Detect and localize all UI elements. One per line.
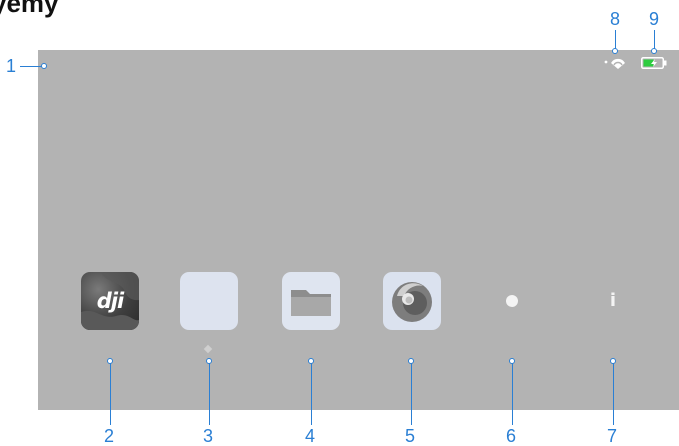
callout-7: 7 [607, 426, 618, 446]
callout-1: 1 [6, 56, 17, 76]
callout-9-line [654, 30, 655, 50]
callout-4-line [311, 363, 312, 425]
callout-8: 8 [610, 9, 621, 29]
callout-9: 9 [649, 9, 660, 29]
callout-8-line [615, 30, 616, 50]
wifi-signal-icon [604, 58, 625, 69]
record-dot-icon[interactable] [506, 295, 518, 307]
callout-3: 3 [203, 426, 214, 446]
callout-2-line [110, 363, 111, 425]
blank-app-icon[interactable] [180, 272, 238, 330]
callout-6: 6 [506, 426, 517, 446]
home-screen [38, 50, 679, 410]
callout-7-line [613, 363, 614, 425]
callout-9-dot [651, 48, 657, 54]
info-icon[interactable]: i [608, 290, 618, 311]
dji-logo-text: dji [96, 289, 124, 313]
callout-1-dot [41, 63, 47, 69]
callout-2: 2 [104, 426, 115, 446]
callout-6-line [512, 363, 513, 425]
battery-charging-icon [641, 57, 667, 69]
callout-5: 5 [405, 426, 416, 446]
dji-app-icon[interactable]: dji [81, 272, 139, 330]
page-heading: yemy [0, 0, 59, 18]
folder-icon[interactable] [282, 272, 340, 330]
callout-3-line [209, 363, 210, 425]
callout-4: 4 [305, 426, 316, 446]
browser-icon[interactable] [383, 272, 441, 330]
callout-8-dot [612, 48, 618, 54]
callout-5-line [411, 363, 412, 425]
